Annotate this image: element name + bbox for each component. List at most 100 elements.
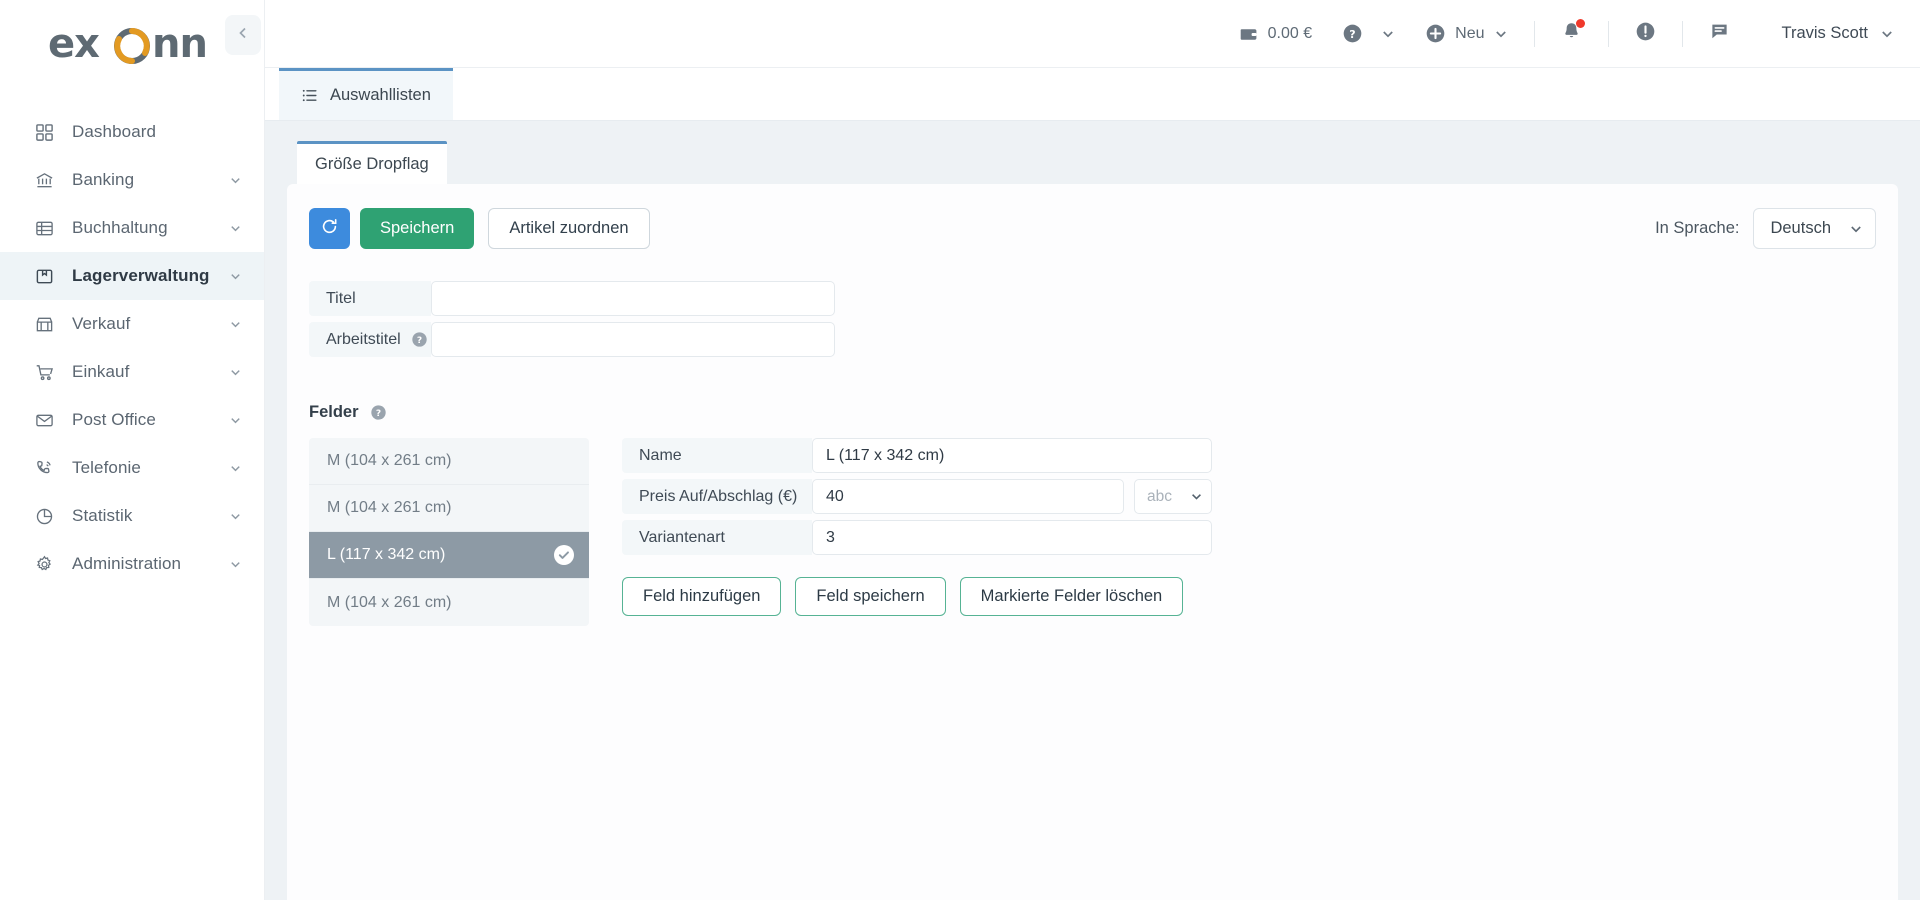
sidebar-item-administration[interactable]: Administration [0,540,264,588]
plus-circle-icon [1425,23,1446,44]
sidebar-item-banking[interactable]: Banking [0,156,264,204]
list-item-label: M (104 x 261 cm) [327,452,452,469]
exclamation-circle-icon [1635,21,1656,47]
main-region: 0.00 € ? Neu Travis Scott Auswahllisten … [225,0,1920,900]
user-menu[interactable]: Travis Scott [1782,24,1895,43]
delete-marked-fields-button[interactable]: Markierte Felder löschen [959,577,1184,616]
sidebar-item-statistik[interactable]: Statistik [0,492,264,540]
help-menu[interactable]: ? [1342,23,1395,44]
sidebar-item-label: Statistik [72,506,133,525]
sidebar-item-label: Banking [72,170,135,189]
wallet-amount: 0.00 € [1267,24,1313,42]
list-item[interactable]: M (104 x 261 cm) [309,485,589,532]
sidebar-item-label: Verkauf [72,314,131,333]
question-circle-icon[interactable]: ? [411,331,428,348]
refresh-button[interactable] [309,208,350,249]
add-field-button[interactable]: Feld hinzufügen [622,577,782,616]
sidebar-item-telefonie[interactable]: Telefonie [0,444,264,492]
phone-icon [33,457,55,479]
sidebar-item-label: Lagerverwaltung [72,266,210,285]
sidebar-item-dashboard[interactable]: Dashboard [0,108,264,156]
field-detail-form: Name Preis Auf/Abschlag (€) abc [622,438,1212,626]
sidebar-nav: Dashboard Banking Buchhaltung Lagerverwa… [0,92,264,588]
language-select[interactable]: Deutsch [1753,208,1876,249]
preis-input[interactable] [812,479,1124,514]
fields-list: M (104 x 261 cm) M (104 x 261 cm) L (117… [309,438,589,626]
chevron-down-icon [229,222,242,235]
name-input[interactable] [812,438,1212,473]
sidebar-item-verkauf[interactable]: Verkauf [0,300,264,348]
list-item-selected[interactable]: L (117 x 342 cm) [309,532,589,579]
sidebar-collapse-toggle[interactable] [225,15,261,55]
grid-icon [33,121,55,143]
new-menu[interactable]: Neu [1425,23,1507,44]
chevron-down-icon [1381,27,1395,41]
sidebar-item-label: Telefonie [72,458,141,477]
question-circle-icon: ? [1342,23,1363,44]
sidebar-item-einkauf[interactable]: Einkauf [0,348,264,396]
message-icon [1709,21,1730,47]
exonn-logo-icon: ex nn [48,26,208,66]
chevron-down-icon [229,510,242,523]
sidebar-item-buchhaltung[interactable]: Buchhaltung [0,204,264,252]
alerts-button[interactable] [1635,21,1656,47]
save-field-button[interactable]: Feld speichern [795,577,946,616]
field-action-buttons: Feld hinzufügen Feld speichern Markierte… [622,577,1212,616]
header-divider [1681,20,1683,47]
svg-text:?: ? [375,409,380,419]
sidebar-item-post-office[interactable]: Post Office [0,396,264,444]
card-toolbar: Speichern Artikel zuordnen [309,208,1876,249]
tab-groesse-dropflag[interactable]: Größe Dropflag [297,141,447,184]
refresh-icon [320,217,339,241]
arbeitstitel-input[interactable] [431,322,835,357]
detail-card: Speichern Artikel zuordnen In Sprache: D… [287,184,1898,900]
name-label: Name [622,438,812,473]
sidebar-item-lagerverwaltung[interactable]: Lagerverwaltung [0,252,264,300]
titel-label: Titel [309,281,431,316]
titel-label-text: Titel [326,289,356,307]
titel-input[interactable] [431,281,835,316]
felder-heading-text: Felder [309,403,359,421]
form-row-titel: Titel [309,281,1876,316]
language-selector-group: In Sprache: Deutsch [1655,208,1876,249]
list-item[interactable]: M (104 x 261 cm) [309,438,589,485]
preis-unit-select[interactable]: abc [1134,479,1212,514]
wallet-balance[interactable]: 0.00 € [1239,24,1312,44]
chevron-down-icon [1494,27,1508,41]
felder-heading: Felder ? [309,403,1876,422]
sidebar-item-label: Post Office [72,410,156,429]
assign-article-button[interactable]: Artikel zuordnen [488,208,650,249]
bank-icon [33,169,55,191]
save-button[interactable]: Speichern [360,208,475,249]
box-icon [33,265,55,287]
variantenart-label-text: Variantenart [639,528,725,546]
form-row-name: Name [622,438,1212,473]
name-label-text: Name [639,446,682,464]
chevron-down-icon [229,318,242,331]
chevron-down-icon [229,366,242,379]
pie-chart-icon [33,505,55,527]
messages-button[interactable] [1709,21,1730,47]
notifications-button[interactable] [1561,18,1585,47]
preis-label: Preis Auf/Abschlag (€) [622,479,812,514]
variantenart-label: Variantenart [622,520,812,555]
card-tab-bar: Größe Dropflag [287,141,1898,184]
card-tab-label: Größe Dropflag [315,155,429,173]
chevron-down-icon [1849,222,1863,236]
preis-label-text: Preis Auf/Abschlag (€) [639,487,798,505]
svg-text:?: ? [417,336,422,346]
title-form: Titel Arbeitstitel ? [309,281,1876,357]
sidebar-item-label: Dashboard [72,122,157,141]
gear-icon [33,553,55,575]
sidebar-item-label: Buchhaltung [72,218,168,237]
chevron-down-icon [229,558,242,571]
tab-auswahllisten[interactable]: Auswahllisten [279,68,453,120]
variantenart-input[interactable] [812,520,1212,555]
check-circle-icon [554,545,574,565]
question-circle-icon[interactable]: ? [370,404,387,421]
list-item[interactable]: M (104 x 261 cm) [309,579,589,626]
felder-body: M (104 x 261 cm) M (104 x 261 cm) L (117… [309,438,1876,626]
list-icon [301,87,318,104]
sidebar: ex nn Dashboard Banking Buchhaltung Lage… [0,0,265,900]
chevron-left-icon [236,26,250,45]
